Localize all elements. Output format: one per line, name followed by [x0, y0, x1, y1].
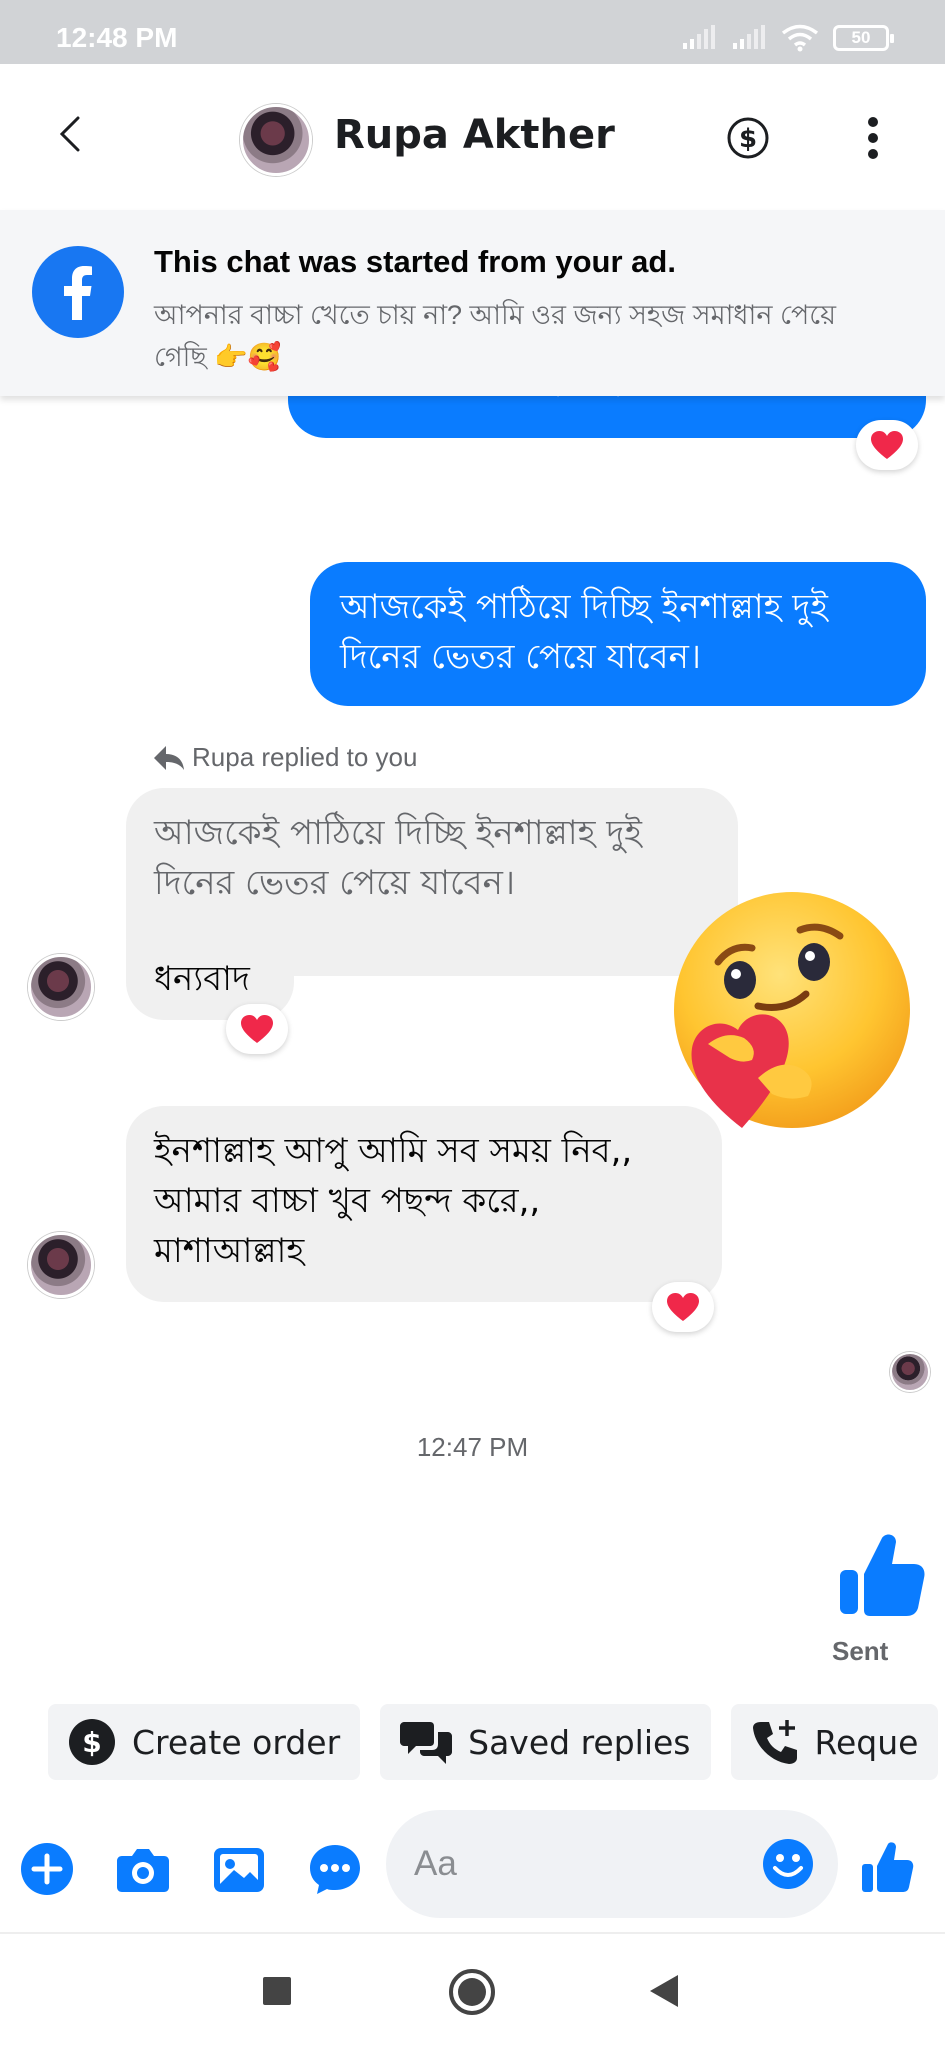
signal-icon	[683, 25, 715, 49]
system-nav-bar	[0, 1932, 945, 2048]
recent-apps-icon[interactable]	[262, 1976, 292, 2006]
quick-reply-chips: $ Create order Saved replies Reque	[48, 1704, 939, 1780]
request-chip[interactable]: Reque	[730, 1704, 939, 1780]
heart-reaction[interactable]	[856, 420, 918, 470]
more-options-icon[interactable]	[866, 116, 880, 160]
thumbs-up-icon[interactable]	[860, 1840, 914, 1894]
heart-reaction[interactable]	[652, 1282, 714, 1332]
back-nav-icon[interactable]	[648, 1974, 680, 2008]
message-input-box[interactable]	[386, 1810, 838, 1918]
ad-banner-subtitle: আপনার বাচ্চা খেতে চায় না? আমি ওর জন্য স…	[154, 300, 837, 372]
heart-icon	[241, 1015, 273, 1043]
create-order-chip[interactable]: $ Create order	[48, 1704, 361, 1780]
ad-banner[interactable]: This chat was started from your ad. আপনা…	[0, 210, 945, 396]
dollar-icon: $	[69, 1719, 115, 1765]
chip-label: Saved replies	[468, 1722, 691, 1762]
gallery-icon[interactable]	[212, 1842, 266, 1896]
wifi-icon	[781, 24, 819, 52]
chat-bubbles-icon	[400, 1722, 453, 1764]
ad-banner-title: This chat was started from your ad.	[154, 244, 676, 279]
more-chat-icon[interactable]	[308, 1842, 362, 1896]
status-icons: 50	[681, 24, 894, 52]
emoji-icon[interactable]	[762, 1838, 814, 1890]
heart-icon	[871, 431, 903, 459]
message-text: আজকেই পাঠিয়ে দিচ্ছি ইনশাল্লাহ দুই দিনের…	[340, 587, 828, 677]
chat-header: Rupa Akther $	[0, 64, 945, 210]
camera-icon[interactable]	[116, 1842, 170, 1896]
chip-label: Reque	[814, 1722, 919, 1762]
contact-avatar-small[interactable]	[28, 1232, 94, 1298]
battery-icon: 50	[833, 25, 894, 51]
chip-label: Create order	[132, 1722, 341, 1762]
back-arrow-icon[interactable]	[52, 114, 92, 154]
message-composer	[0, 1810, 945, 1930]
phone-plus-icon	[752, 1720, 797, 1764]
message-text: ধন্যবাদ	[154, 959, 250, 999]
reply-arrow-icon	[154, 745, 184, 770]
replied-to-you-label: Rupa replied to you	[152, 742, 417, 773]
svg-text:$: $	[739, 124, 757, 154]
status-bar: 12:48 PM 50	[0, 0, 945, 64]
heart-reaction[interactable]	[226, 1004, 288, 1054]
dollar-icon[interactable]: $	[726, 116, 770, 160]
message-timestamp: 12:47 PM	[416, 1432, 529, 1462]
contact-avatar[interactable]	[240, 104, 312, 176]
message-bubble-outgoing[interactable]: আজকেই পাঠিয়ে দিচ্ছি ইনশাল্লাহ দুই দিনের…	[310, 562, 926, 706]
status-time: 12:48 PM	[56, 22, 178, 53]
quoted-text: আজকেই পাঠিয়ে দিচ্ছি ইনশাল্লাহ দুই দিনের…	[154, 813, 642, 903]
message-text: ইনশাল্লাহ আপু আমি সব সময় নিব,, আমার বাচ…	[154, 1131, 633, 1271]
saved-replies-chip[interactable]: Saved replies	[380, 1704, 711, 1780]
contact-avatar-small[interactable]	[28, 954, 94, 1020]
sent-label: Sent	[832, 1636, 889, 1666]
message-input[interactable]	[414, 1834, 744, 1894]
message-bubble-incoming[interactable]: ইনশাল্লাহ আপু আমি সব সময় নিব,, আমার বাচ…	[126, 1106, 722, 1302]
replied-label-text: Rupa replied to you	[192, 742, 418, 772]
signal-icon	[733, 25, 765, 49]
plus-icon[interactable]	[20, 1842, 74, 1896]
facebook-logo-icon	[32, 246, 124, 338]
thumbs-up-sent-icon[interactable]	[836, 1530, 926, 1620]
heart-icon	[667, 1293, 699, 1321]
contact-name[interactable]: Rupa Akther	[334, 112, 615, 158]
seen-avatar	[890, 1352, 930, 1392]
care-emoji-sticker[interactable]	[668, 888, 914, 1134]
home-icon[interactable]	[448, 1968, 496, 2016]
svg-text:$: $	[82, 1726, 101, 1759]
